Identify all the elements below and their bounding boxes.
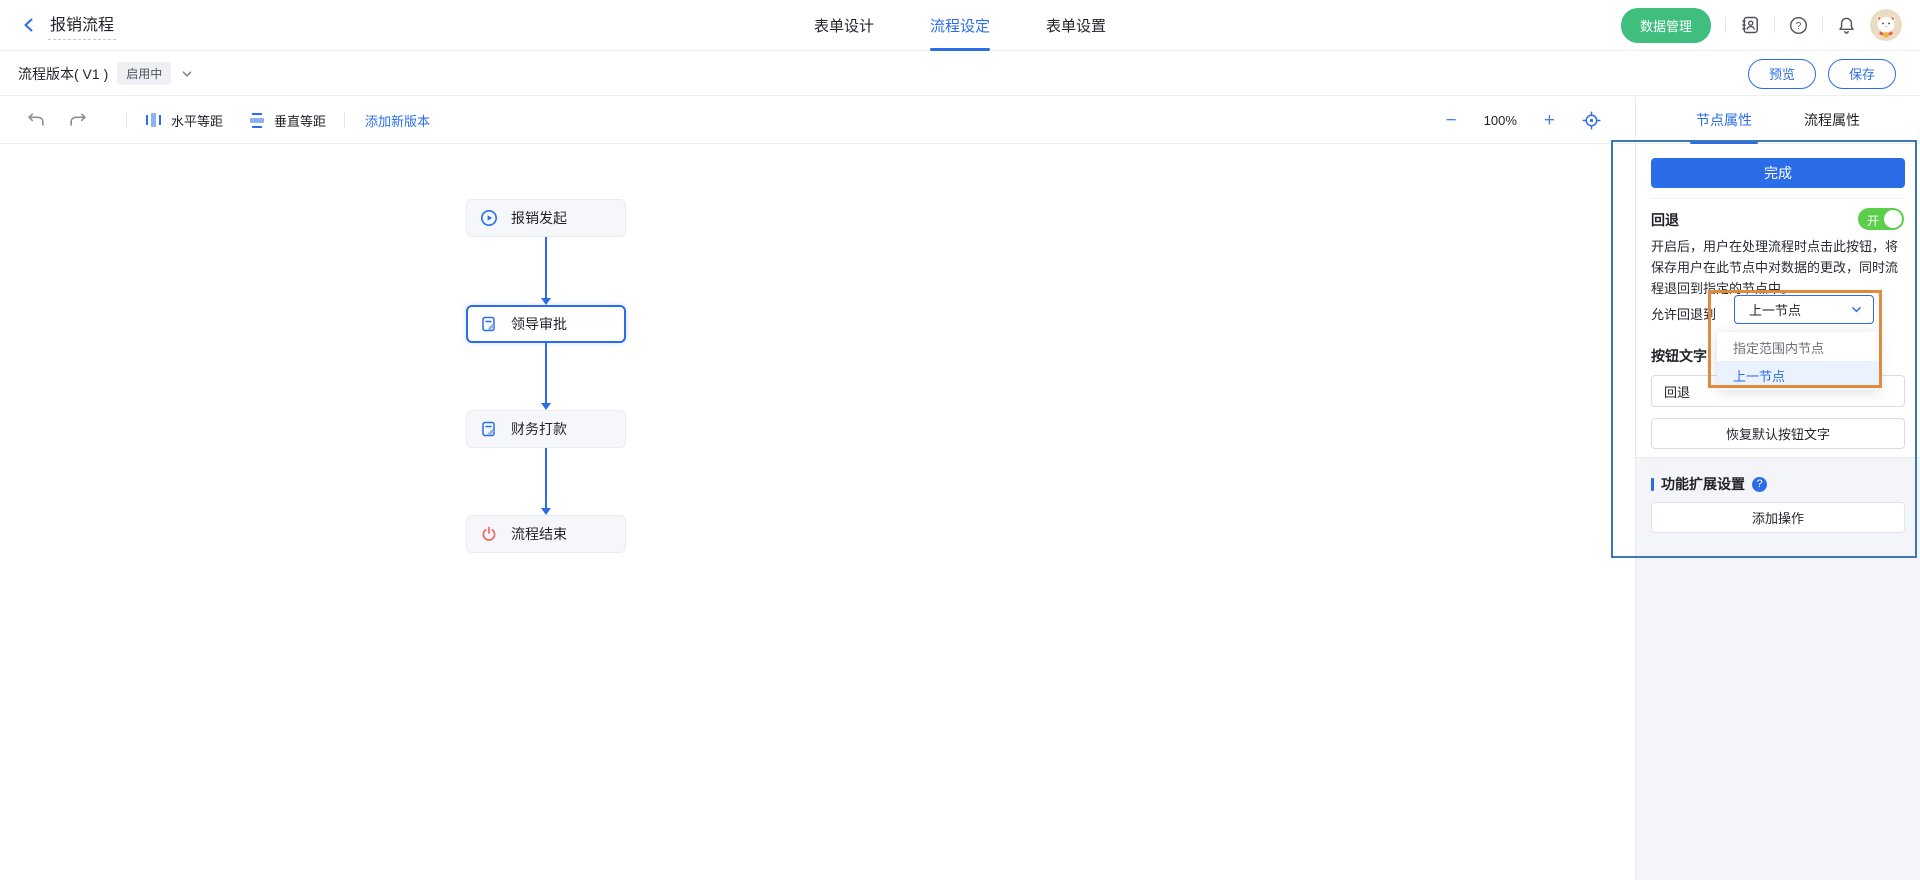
divider: [1774, 17, 1775, 33]
header-left: 报销流程: [0, 10, 117, 40]
add-version-link[interactable]: 添加新版本: [365, 111, 430, 130]
header-right: 数据管理 ?: [1620, 7, 1920, 43]
flow-canvas[interactable]: 报销发起 领导审批 财务打款 流程结束: [0, 145, 1635, 880]
panel-tab-flow-properties[interactable]: 流程属性: [1804, 97, 1860, 144]
undo-icon: [28, 113, 44, 126]
preview-button[interactable]: 预览: [1747, 58, 1816, 89]
back-button[interactable]: [20, 16, 38, 34]
panel-tabs: 节点属性 流程属性: [1636, 97, 1920, 144]
divider: [1822, 17, 1823, 33]
distribute-horizontal-label: 水平等距: [171, 113, 224, 129]
zoom-in-button[interactable]: +: [1544, 111, 1555, 130]
button-text-label: 按钮文字: [1651, 348, 1707, 364]
rollback-target-dropdown-menu: 指定范围内节点 上一节点: [1717, 332, 1879, 390]
tab-form-design[interactable]: 表单设计: [814, 0, 874, 51]
extension-settings-header: 功能扩展设置 ?: [1651, 474, 1767, 494]
dropdown-option-range-nodes[interactable]: 指定范围内节点: [1717, 333, 1879, 361]
address-book-icon: [1742, 16, 1758, 34]
top-header: 报销流程 表单设计 流程设定 表单设置 数据管理 ?: [0, 0, 1920, 51]
rollback-target-select[interactable]: 上一节点: [1734, 295, 1874, 324]
approval-icon: [482, 316, 495, 332]
version-label: 流程版本( V1 ): [18, 65, 109, 82]
add-action-button[interactable]: 添加操作: [1651, 502, 1905, 533]
redo-button[interactable]: [69, 112, 88, 128]
flow-node-label: 报销发起: [511, 210, 567, 226]
rollback-toggle[interactable]: 开: [1858, 208, 1904, 230]
divider: [1651, 198, 1905, 199]
flow-arrow: [541, 343, 551, 410]
version-dropdown-button[interactable]: [180, 67, 194, 81]
main-tabs: 表单设计 流程设定 表单设置: [814, 0, 1106, 51]
chevron-down-icon: [1850, 303, 1863, 316]
bell-icon: [1839, 17, 1854, 34]
avatar[interactable]: [1870, 9, 1902, 41]
version-bar: 流程版本( V1 ) 启用中 预览 保存: [0, 52, 1920, 96]
version-info: 流程版本( V1 ) 启用中: [0, 62, 194, 85]
properties-panel: 节点属性 流程属性 完成 回退 开 开启后，用户在处理流程时点击此按钮，将保存用…: [1635, 97, 1920, 880]
zoom-out-button[interactable]: −: [1446, 111, 1457, 130]
help-icon[interactable]: ?: [1752, 476, 1767, 492]
tab-form-config[interactable]: 表单设置: [1046, 0, 1106, 51]
save-button[interactable]: 保存: [1827, 58, 1896, 89]
undo-button[interactable]: [26, 112, 45, 128]
restore-default-button[interactable]: 恢复默认按钮文字: [1651, 418, 1905, 449]
address-book-button[interactable]: [1740, 15, 1760, 35]
divider: [126, 112, 127, 128]
distribute-horizontal-button[interactable]: 水平等距: [145, 111, 223, 130]
workspace: 水平等距 垂直等距 添加新版本 − 100% + 报销发起 领导审批 财务打款 …: [0, 97, 1920, 880]
chevron-down-icon: [183, 70, 192, 77]
rollback-description: 开启后，用户在处理流程时点击此按钮，将保存用户在此节点中对数据的更改，同时流程退…: [1651, 239, 1899, 296]
canvas-toolbar: 水平等距 垂直等距 添加新版本 − 100% +: [0, 97, 1635, 144]
distribute-horizontal-icon: [146, 113, 161, 127]
flow-node-label: 流程结束: [511, 526, 567, 542]
section-accent-bar: [1651, 477, 1654, 491]
chevron-left-icon: [24, 18, 33, 32]
power-icon: [482, 526, 496, 541]
flow-arrow: [541, 237, 551, 305]
play-icon: [481, 210, 497, 226]
data-manage-button[interactable]: 数据管理: [1620, 7, 1711, 43]
flow-node-finance-payment[interactable]: 财务打款: [466, 410, 626, 448]
notifications-button[interactable]: [1837, 16, 1856, 35]
version-actions: 预览 保存: [1747, 58, 1920, 89]
page-title[interactable]: 报销流程: [48, 10, 117, 40]
zoom-level: 100%: [1483, 112, 1517, 128]
tab-flow-settings[interactable]: 流程设定: [929, 0, 991, 51]
distribute-vertical-button[interactable]: 垂直等距: [249, 111, 326, 130]
flow-node-label: 财务打款: [511, 421, 567, 437]
distribute-vertical-icon: [250, 112, 265, 128]
flow-arrow: [541, 448, 551, 515]
allow-rollback-label: 允许回退到: [1651, 307, 1717, 322]
flow-node-label: 领导审批: [511, 316, 567, 332]
status-badge: 启用中: [117, 62, 172, 85]
app-window: 报销流程 表单设计 流程设定 表单设置 数据管理 ? 流程版本(V1) 启用…: [0, 0, 1920, 880]
distribute-vertical-label: 垂直等距: [274, 113, 327, 129]
dropdown-option-previous-node[interactable]: 上一节点: [1717, 361, 1879, 389]
flow-node-leader-approval[interactable]: 领导审批: [466, 305, 626, 343]
redo-icon: [70, 113, 86, 126]
done-button[interactable]: 完成: [1651, 158, 1905, 188]
approval-icon: [482, 421, 495, 437]
extension-settings-title: 功能扩展设置: [1661, 476, 1745, 492]
panel-tab-node-properties[interactable]: 节点属性: [1690, 97, 1758, 144]
flow-node-end[interactable]: 流程结束: [466, 515, 626, 553]
divider: [1725, 17, 1726, 33]
lucky-cat-avatar-image: [1870, 9, 1902, 41]
toggle-on-label: 开: [1867, 214, 1880, 228]
zoom-controls: − 100% +: [1446, 111, 1635, 130]
help-button[interactable]: ?: [1789, 16, 1808, 35]
flow-node-start[interactable]: 报销发起: [466, 199, 626, 237]
node-properties-form: 完成 回退 开 开启后，用户在处理流程时点击此按钮，将保存用户在此节点中对数据的…: [1636, 144, 1920, 880]
svg-text:?: ?: [1796, 21, 1802, 32]
toggle-knob: [1884, 210, 1902, 228]
locate-icon: [1582, 110, 1601, 130]
divider: [344, 112, 346, 128]
select-value: 上一节点: [1749, 303, 1802, 318]
locate-button[interactable]: [1582, 110, 1601, 130]
rollback-section-title: 回退: [1651, 212, 1679, 228]
help-icon: ?: [1789, 16, 1808, 34]
